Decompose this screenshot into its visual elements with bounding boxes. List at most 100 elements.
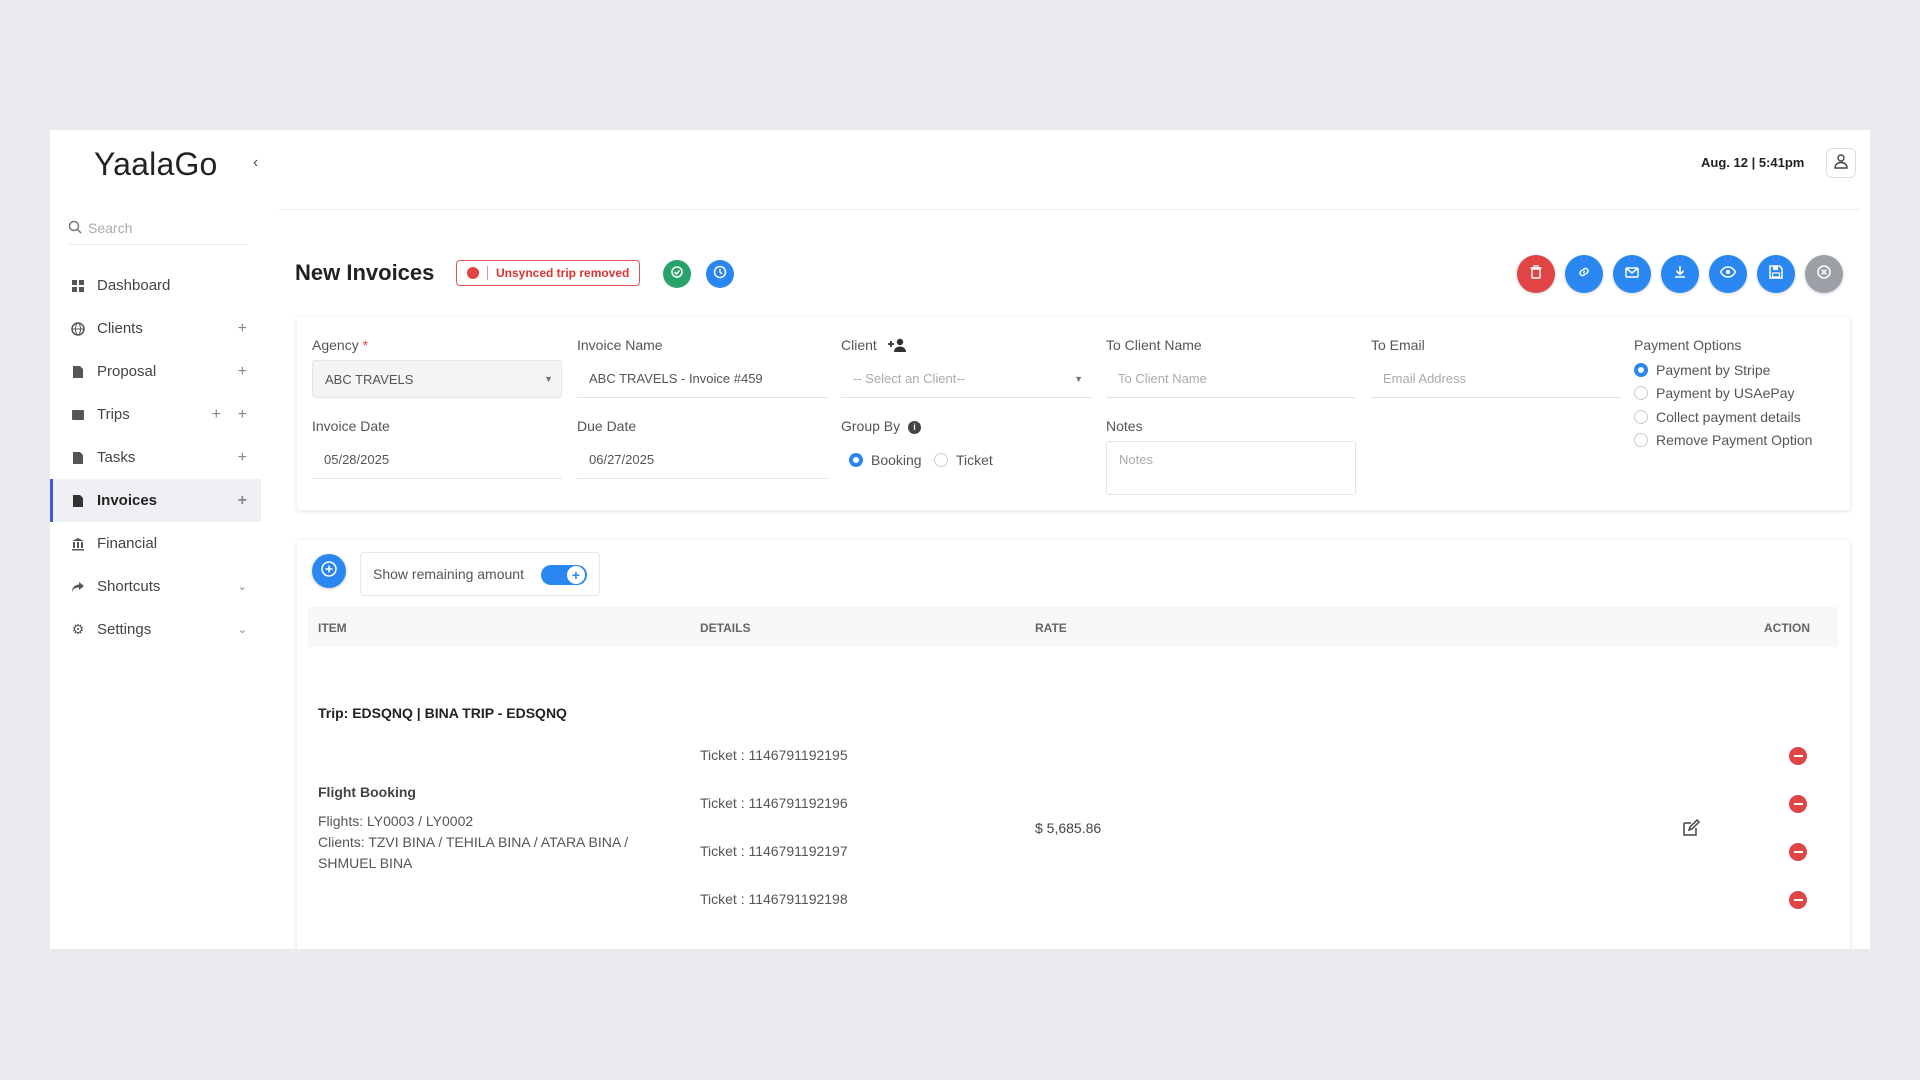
to-client-name-input[interactable]: To Client Name xyxy=(1106,360,1356,398)
ticket-detail: Ticket : 1146791192196 xyxy=(700,795,848,811)
bank-icon xyxy=(70,536,86,552)
status-badge: Unsynced trip removed xyxy=(456,260,641,286)
invoice-date-value: 05/28/2025 xyxy=(324,452,390,467)
copy-link-button[interactable] xyxy=(1565,255,1603,293)
sidebar-item-proposal[interactable]: Proposal + xyxy=(50,350,261,393)
tasks-icon xyxy=(70,450,86,466)
radio-unselected[interactable] xyxy=(1634,386,1648,400)
sidebar-item-label: Settings xyxy=(97,621,152,638)
payment-option-collect[interactable]: Collect payment details xyxy=(1634,409,1801,425)
badge-text: Unsynced trip removed xyxy=(496,266,630,280)
group-by-option-label: Ticket xyxy=(956,452,993,468)
add-trip-alt-plus-icon[interactable]: + xyxy=(238,406,247,424)
sidebar-item-trips[interactable]: Trips + + xyxy=(50,393,261,436)
save-button[interactable] xyxy=(1757,255,1795,293)
preview-button[interactable] xyxy=(1709,255,1747,293)
radio-unselected[interactable] xyxy=(934,453,948,467)
invoice-items-card xyxy=(297,540,1850,949)
radio-unselected[interactable] xyxy=(1634,410,1648,424)
share-arrow-icon xyxy=(70,579,86,595)
payment-option-label: Payment by Stripe xyxy=(1656,362,1771,378)
client-label: Client xyxy=(841,337,909,356)
remove-ticket-button[interactable] xyxy=(1789,891,1807,909)
sidebar-item-label: Tasks xyxy=(97,449,136,466)
trash-icon xyxy=(1528,264,1544,285)
globe-icon xyxy=(70,321,86,337)
to-client-name-placeholder: To Client Name xyxy=(1118,371,1207,386)
add-item-button[interactable] xyxy=(312,554,346,588)
notes-placeholder: Notes xyxy=(1119,452,1153,467)
booking-clients: Clients: TZVI BINA / TEHILA BINA / ATARA… xyxy=(318,834,629,871)
notes-textarea[interactable]: Notes xyxy=(1106,441,1356,495)
sidebar-item-tasks[interactable]: Tasks + xyxy=(50,436,261,479)
client-select[interactable]: -- Select an Client-- ▼ xyxy=(841,360,1091,398)
column-header-action: ACTION xyxy=(1764,621,1810,635)
add-invoice-plus-icon[interactable]: + xyxy=(238,492,247,510)
dashboard-icon xyxy=(70,278,86,294)
download-icon xyxy=(1672,264,1688,285)
app-logo: YaalaGo xyxy=(94,146,218,182)
caret-down-icon: ▼ xyxy=(1074,373,1083,384)
add-proposal-plus-icon[interactable]: + xyxy=(238,363,247,381)
search-icon xyxy=(68,220,84,236)
payment-option-label: Payment by USAePay xyxy=(1656,385,1795,401)
sidebar-search[interactable]: Search xyxy=(68,211,248,245)
current-datetime: Aug. 12 | 5:41pm xyxy=(1701,155,1805,170)
remove-ticket-button[interactable] xyxy=(1789,843,1807,861)
history-button[interactable] xyxy=(706,260,734,288)
payment-option-stripe[interactable]: Payment by Stripe xyxy=(1634,362,1770,378)
download-button[interactable] xyxy=(1661,255,1699,293)
sidebar-item-clients[interactable]: Clients + xyxy=(50,307,261,350)
chevron-down-icon[interactable]: ⌄ xyxy=(238,623,247,636)
remove-ticket-button[interactable] xyxy=(1789,795,1807,813)
payment-option-remove[interactable]: Remove Payment Option xyxy=(1634,432,1812,448)
add-trip-plus-icon[interactable]: + xyxy=(212,406,221,424)
sync-button[interactable] xyxy=(663,260,691,288)
group-by-booking[interactable]: Booking xyxy=(849,452,922,468)
sidebar-item-settings[interactable]: ⚙ Settings ⌄ xyxy=(50,608,261,651)
radio-selected[interactable] xyxy=(849,453,863,467)
show-remaining-toggle[interactable]: + xyxy=(541,565,587,585)
invoice-date-input[interactable]: 05/28/2025 xyxy=(312,441,562,479)
mail-icon xyxy=(1624,264,1640,285)
eye-icon xyxy=(1719,264,1737,285)
close-icon xyxy=(1816,264,1832,285)
ticket-detail: Ticket : 1146791192197 xyxy=(700,843,848,859)
toggle-label: Show remaining amount xyxy=(373,566,524,582)
edit-item-button[interactable] xyxy=(1681,818,1703,840)
close-button[interactable] xyxy=(1805,255,1843,293)
radio-selected[interactable] xyxy=(1634,363,1648,377)
alert-dot-icon xyxy=(467,267,479,279)
to-email-input[interactable]: Email Address xyxy=(1371,360,1621,398)
add-client-plus-icon[interactable]: + xyxy=(238,320,247,338)
due-date-input[interactable]: 06/27/2025 xyxy=(577,441,827,479)
collapse-sidebar-button[interactable]: ‹ xyxy=(253,154,258,172)
sidebar-item-financial[interactable]: Financial xyxy=(50,522,261,565)
chevron-down-icon[interactable]: ⌄ xyxy=(238,580,247,593)
group-by-label-text: Group By xyxy=(841,418,901,434)
radio-unselected[interactable] xyxy=(1634,433,1648,447)
agency-select[interactable]: ABC TRAVELS ▼ xyxy=(312,360,562,398)
user-menu-button[interactable] xyxy=(1826,148,1856,178)
group-by-option-label: Booking xyxy=(871,452,922,468)
document-icon xyxy=(70,364,86,380)
sidebar-item-invoices[interactable]: Invoices + xyxy=(50,479,261,522)
sidebar-item-label: Proposal xyxy=(97,363,157,380)
payment-option-usaepay[interactable]: Payment by USAePay xyxy=(1634,385,1795,401)
email-button[interactable] xyxy=(1613,255,1651,293)
group-by-ticket[interactable]: Ticket xyxy=(934,452,993,468)
delete-button[interactable] xyxy=(1517,255,1555,293)
sidebar-item-shortcuts[interactable]: Shortcuts ⌄ xyxy=(50,565,261,608)
remove-ticket-button[interactable] xyxy=(1789,747,1807,765)
badge-separator xyxy=(487,266,488,280)
info-icon: i xyxy=(908,420,922,434)
caret-down-icon: ▼ xyxy=(544,374,553,384)
invoice-name-input[interactable]: ABC TRAVELS - Invoice #459 xyxy=(577,360,827,398)
add-client-icon[interactable] xyxy=(887,337,909,356)
sync-icon xyxy=(669,264,685,285)
booking-flights: Flights: LY0003 / LY0002 xyxy=(318,813,474,829)
sidebar-item-dashboard[interactable]: Dashboard xyxy=(50,264,261,307)
add-task-plus-icon[interactable]: + xyxy=(238,449,247,467)
sidebar-item-label: Shortcuts xyxy=(97,578,161,595)
invoice-name-label: Invoice Name xyxy=(577,337,663,353)
